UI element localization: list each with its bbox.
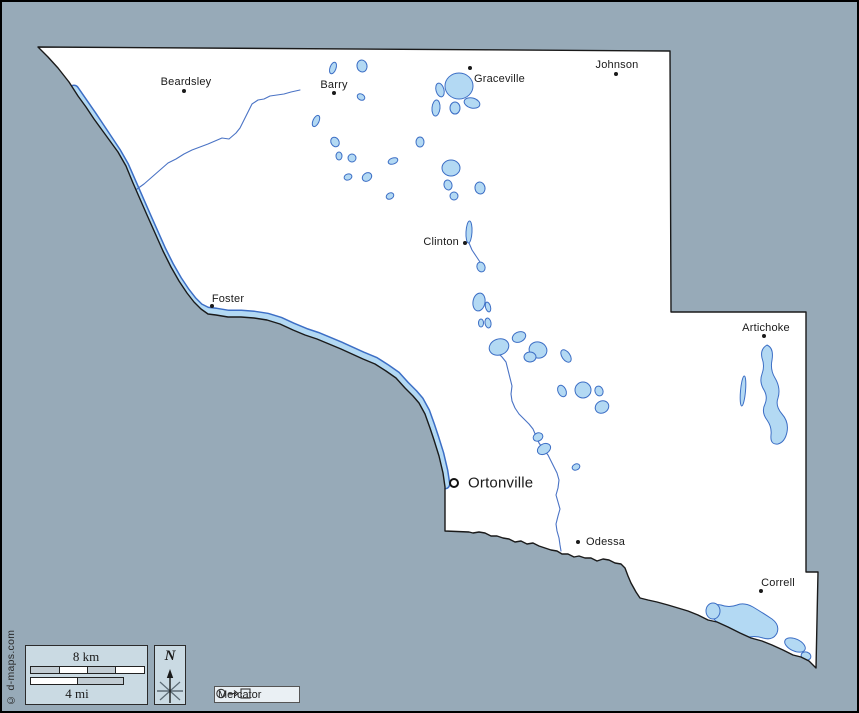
graceville-marker-dot	[468, 66, 472, 70]
artichoke-marker-dot	[762, 334, 766, 338]
credit-text: © d-maps.com	[5, 626, 17, 710]
north-label: N	[165, 648, 176, 665]
odessa-marker-dot	[576, 540, 580, 544]
town-label-graceville: Graceville	[474, 73, 525, 85]
beardsley-marker-dot	[182, 89, 186, 93]
town-label-odessa: Odessa	[586, 536, 625, 548]
circle-arrow-square-icon	[215, 687, 253, 700]
town-label-artichoke: Artichoke	[742, 322, 790, 334]
town-label-foster: Foster	[212, 293, 244, 305]
town-label-clinton: Clinton	[423, 236, 459, 248]
north-arrow-panel: N	[154, 645, 186, 705]
town-label-beardsley: Beardsley	[161, 76, 212, 88]
scale-mi-label: 4 mi	[65, 686, 88, 702]
county-map-svg	[2, 2, 857, 711]
town-label-correll: Correll	[761, 577, 795, 589]
projection-legend: Mercator	[214, 686, 300, 703]
barry-marker-dot	[332, 91, 336, 95]
town-label-johnson: Johnson	[596, 59, 639, 71]
johnson-marker-dot	[614, 72, 618, 76]
scale-km-bar	[30, 666, 145, 674]
scale-mi-bar	[30, 677, 124, 685]
ortonville-marker-ring	[449, 478, 459, 488]
scale-bar-panel: 8 km 4 mi	[25, 645, 148, 705]
scale-km-label: 8 km	[73, 649, 99, 665]
town-label-ortonville: Ortonville	[468, 475, 533, 492]
correll-marker-dot	[759, 589, 763, 593]
town-label-barry: Barry	[320, 79, 347, 91]
clinton-marker-dot	[463, 241, 467, 245]
compass-icon	[156, 665, 185, 703]
map-canvas: Beardsley Barry Graceville Johnson Clint…	[0, 0, 859, 713]
